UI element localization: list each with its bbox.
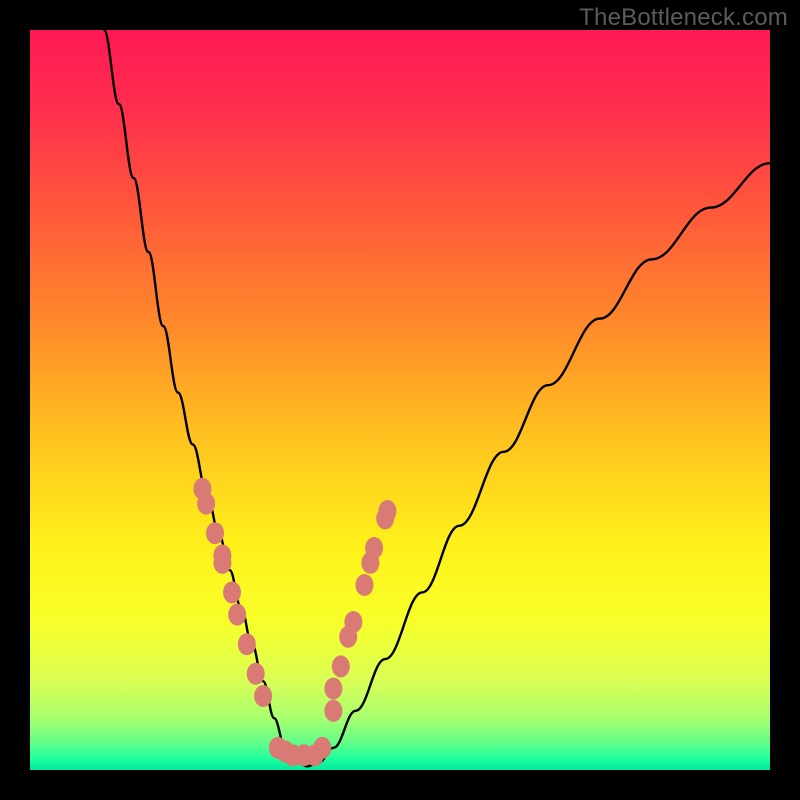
bottleneck-curve <box>104 30 770 766</box>
data-marker <box>324 700 342 722</box>
data-marker <box>344 611 362 633</box>
chart-frame: TheBottleneck.com <box>0 0 800 800</box>
data-marker <box>324 678 342 700</box>
data-marker <box>197 493 215 515</box>
curve-layer <box>30 30 770 770</box>
data-marker <box>355 574 373 596</box>
data-marker <box>313 737 331 759</box>
marker-group <box>193 478 396 766</box>
data-marker <box>213 552 231 574</box>
data-marker <box>332 655 350 677</box>
watermark-text: TheBottleneck.com <box>579 4 788 32</box>
plot-area <box>30 30 770 770</box>
data-marker <box>228 604 246 626</box>
data-marker <box>247 663 265 685</box>
data-marker <box>365 537 383 559</box>
data-marker <box>206 522 224 544</box>
data-marker <box>378 500 396 522</box>
data-marker <box>238 633 256 655</box>
data-marker <box>223 581 241 603</box>
data-marker <box>254 685 272 707</box>
